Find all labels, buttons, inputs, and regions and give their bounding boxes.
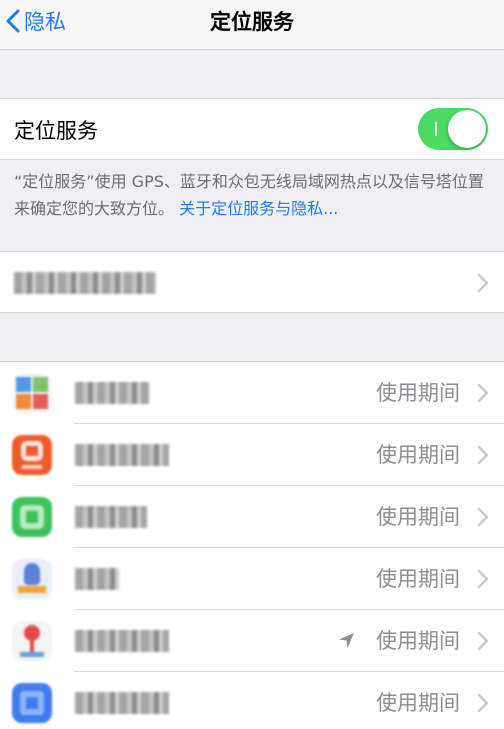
pixelated-app-name	[75, 692, 169, 714]
location-status: 使用期间	[376, 443, 460, 467]
location-status: 使用期间	[376, 629, 460, 653]
pixelated-app-name	[75, 568, 119, 590]
chevron-right-icon	[477, 693, 489, 713]
app-row[interactable]: 使用期间	[0, 610, 504, 672]
privacy-link[interactable]: 关于定位服务与隐私...	[179, 199, 338, 218]
pixelated-label	[14, 272, 156, 294]
map-pin-app-icon	[12, 621, 52, 661]
location-status: 使用期间	[376, 691, 460, 715]
app-row[interactable]: 使用期间	[0, 672, 504, 729]
chevron-right-icon	[477, 383, 489, 403]
app-row[interactable]: 使用期间	[0, 548, 504, 610]
app-row[interactable]: 使用期间	[0, 362, 504, 424]
location-status: 使用期间	[376, 381, 460, 405]
chevron-right-icon	[477, 631, 489, 651]
location-status: 使用期间	[376, 505, 460, 529]
blue-square-app-icon	[12, 683, 52, 723]
toggle-on-mark	[435, 122, 437, 136]
orange-app-icon	[12, 435, 52, 475]
chevron-right-icon	[477, 273, 489, 293]
location-services-label: 定位服务	[14, 119, 98, 143]
toggle-knob	[448, 110, 486, 148]
location-status: 使用期间	[376, 567, 460, 591]
pixelated-app-name	[75, 630, 169, 652]
app-list: 使用期间 使用期间 使用期间 使用期间 使用期间 使用期间	[0, 361, 504, 729]
chevron-right-icon	[477, 507, 489, 527]
navigation-bar: 隐私 定位服务	[0, 0, 504, 50]
app-row[interactable]: 使用期间	[0, 424, 504, 486]
page-title: 定位服务	[210, 10, 294, 34]
chevron-right-icon	[477, 445, 489, 465]
location-arrow-icon	[339, 633, 354, 648]
chevron-right-icon	[477, 569, 489, 589]
app-row[interactable]: 使用期间	[0, 486, 504, 548]
share-location-cell[interactable]	[0, 251, 504, 313]
green-app-icon	[12, 497, 52, 537]
location-services-description: “定位服务”使用 GPS、蓝牙和众包无线局域网热点以及信号塔位置来确定您的大致方…	[14, 168, 494, 222]
pixelated-app-name	[75, 444, 169, 466]
location-services-toggle[interactable]	[418, 108, 488, 150]
location-services-cell: 定位服务	[0, 98, 504, 160]
pixelated-app-name	[75, 382, 149, 404]
multicolor-blocks-app-icon	[12, 373, 52, 413]
pixelated-app-name	[75, 506, 147, 528]
blue-character-app-icon	[12, 559, 52, 599]
